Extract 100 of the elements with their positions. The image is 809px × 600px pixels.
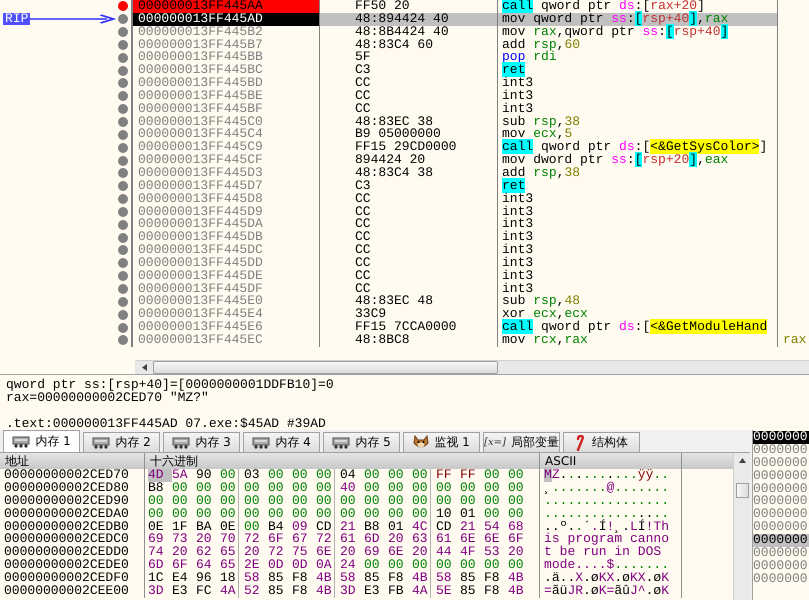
instruction-text: sub rsp,48	[498, 295, 778, 308]
address-cell[interactable]: 000000013FF445AD	[133, 12, 320, 26]
stack-address[interactable]: 0000000	[753, 456, 809, 470]
address-cell[interactable]: 000000013FF445D9	[133, 206, 320, 218]
line-dot[interactable]	[118, 206, 128, 217]
address-cell[interactable]: 000000013FF445DE	[133, 270, 320, 283]
address-cell[interactable]: 000000013FF445C0	[133, 116, 320, 128]
address-cell[interactable]: 000000013FF445DB	[133, 231, 320, 244]
instruction-text: sub rsp,38	[498, 116, 778, 128]
instruction-text: int3	[498, 192, 778, 206]
panel-tab[interactable]: 结构体	[563, 432, 640, 452]
address-cell[interactable]: 000000013FF445D8	[133, 192, 320, 206]
address-cell[interactable]: 000000013FF445BD	[133, 77, 320, 90]
line-dot[interactable]	[118, 14, 128, 24]
address-cell[interactable]: 000000013FF445B2	[133, 26, 320, 39]
scrollbar-thumb[interactable]	[153, 361, 498, 374]
stack-address[interactable]: 0000000	[753, 444, 809, 457]
stack-address[interactable]: 0000000	[753, 431, 809, 444]
line-dot[interactable]	[118, 245, 128, 256]
address-cell[interactable]: 000000013FF445DD	[133, 256, 320, 270]
ascii-text: =ãüJR.øK=ãûJ^.øK	[540, 585, 682, 598]
panel-tab[interactable]: 内存 4	[243, 432, 320, 452]
address-cell[interactable]: 000000013FF445C4	[133, 128, 320, 142]
line-dot[interactable]	[118, 66, 128, 76]
line-dot[interactable]	[118, 322, 128, 333]
horizontal-scrollbar[interactable]	[135, 360, 809, 374]
line-dot[interactable]	[118, 232, 128, 243]
line-dot[interactable]	[118, 220, 128, 230]
line-dot[interactable]	[118, 194, 128, 204]
line-dot[interactable]	[118, 258, 128, 268]
line-dot[interactable]	[118, 142, 128, 153]
address-cell[interactable]: 000000013FF445BE	[133, 90, 320, 103]
panel-tab[interactable]: 内存 5	[323, 432, 400, 452]
line-dot[interactable]	[118, 104, 128, 114]
bytes-cell: CC	[320, 90, 498, 103]
address-cell[interactable]: 000000013FF445E6	[133, 321, 320, 334]
ascii-text: ................	[540, 494, 682, 508]
vertical-scrollbar[interactable]	[733, 453, 750, 600]
address-cell[interactable]: 000000013FF445DA	[133, 218, 320, 232]
line-dot[interactable]	[118, 296, 128, 307]
bytes-cell: FF15 29CD0000	[320, 141, 498, 154]
memory-chip-icon	[12, 436, 30, 448]
stack-address[interactable]: 0000000	[753, 470, 809, 483]
bytes-cell: 48:8B4424 40	[320, 26, 498, 39]
address-cell[interactable]: 000000013FF445E0	[133, 295, 320, 308]
line-dot[interactable]	[118, 181, 128, 192]
panel-tab[interactable]: 内存 2	[83, 432, 160, 452]
address-cell[interactable]: 000000013FF445BF	[133, 102, 320, 116]
line-dot[interactable]	[118, 117, 128, 128]
up-arrow-icon[interactable]	[738, 458, 746, 463]
breakpoint-dot[interactable]	[118, 1, 128, 12]
address-cell[interactable]: 000000013FF445C9	[133, 141, 320, 154]
address-cell[interactable]: 000000013FF445E4	[133, 308, 320, 322]
panel-tab[interactable]: 内存 3	[163, 432, 240, 452]
stack-address[interactable]: 0000000	[753, 547, 809, 560]
stack-address[interactable]: 0000000	[753, 495, 809, 508]
scrollbar-thumb[interactable]	[736, 483, 748, 498]
panel-tab[interactable]: 监视 1	[403, 432, 480, 452]
address-cell: 00000000002CEDA0	[0, 508, 145, 521]
panel-tab[interactable]: [x=] 局部变量	[483, 432, 560, 452]
line-dot[interactable]	[118, 156, 128, 166]
bytes-cell: CC	[320, 218, 498, 232]
stack-address[interactable]: 0000000	[753, 572, 809, 586]
instruction-text: ret	[498, 64, 778, 78]
address-cell[interactable]: 000000013FF445BB	[133, 51, 320, 64]
line-dot[interactable]	[118, 52, 128, 63]
memory-chip-icon	[92, 436, 110, 448]
address-cell[interactable]: 000000013FF445D3	[133, 166, 320, 180]
address-cell[interactable]: 000000013FF445CF	[133, 154, 320, 167]
line-dot[interactable]	[118, 91, 128, 102]
stack-address[interactable]: 0000000	[753, 482, 809, 496]
line-dot[interactable]	[118, 130, 128, 140]
address-cell[interactable]: 000000013FF445DF	[133, 282, 320, 296]
ascii-text: ¸.......@.......	[540, 482, 682, 495]
line-dot[interactable]	[118, 284, 128, 294]
line-dot[interactable]	[118, 271, 128, 282]
address-cell[interactable]: 000000013FF445BC	[133, 64, 320, 78]
address-cell[interactable]: 000000013FF445EC	[133, 334, 320, 347]
left-arrow-icon[interactable]	[142, 364, 146, 372]
instruction-text: int3	[498, 244, 778, 257]
line-dot[interactable]	[118, 40, 128, 50]
line-dot[interactable]	[118, 168, 128, 178]
stack-address[interactable]: 0000000	[753, 521, 809, 534]
line-dot[interactable]	[118, 335, 128, 346]
line-dot[interactable]	[118, 78, 128, 88]
address-cell[interactable]: 000000013FF445D7	[133, 180, 320, 193]
line-dot[interactable]	[118, 27, 128, 38]
stack-address[interactable]: 0000000	[753, 508, 809, 522]
address-cell[interactable]: 000000013FF445AA	[133, 0, 320, 13]
bytes-cell: CC	[320, 256, 498, 270]
bytes-cell: B9 05000000	[320, 128, 498, 142]
line-dot[interactable]	[118, 310, 128, 320]
address-cell[interactable]: 000000013FF445B7	[133, 38, 320, 52]
bytes-cell: 48:894424 40	[320, 12, 498, 26]
stack-address[interactable]: 0000000	[753, 534, 809, 548]
stack-address[interactable]: 0000000	[753, 560, 809, 573]
address-cell[interactable]: 000000013FF445DC	[133, 244, 320, 257]
instruction-text: int3	[498, 77, 778, 90]
column-header[interactable]: 地址	[0, 453, 145, 469]
panel-tab[interactable]: 内存 1	[3, 430, 80, 452]
